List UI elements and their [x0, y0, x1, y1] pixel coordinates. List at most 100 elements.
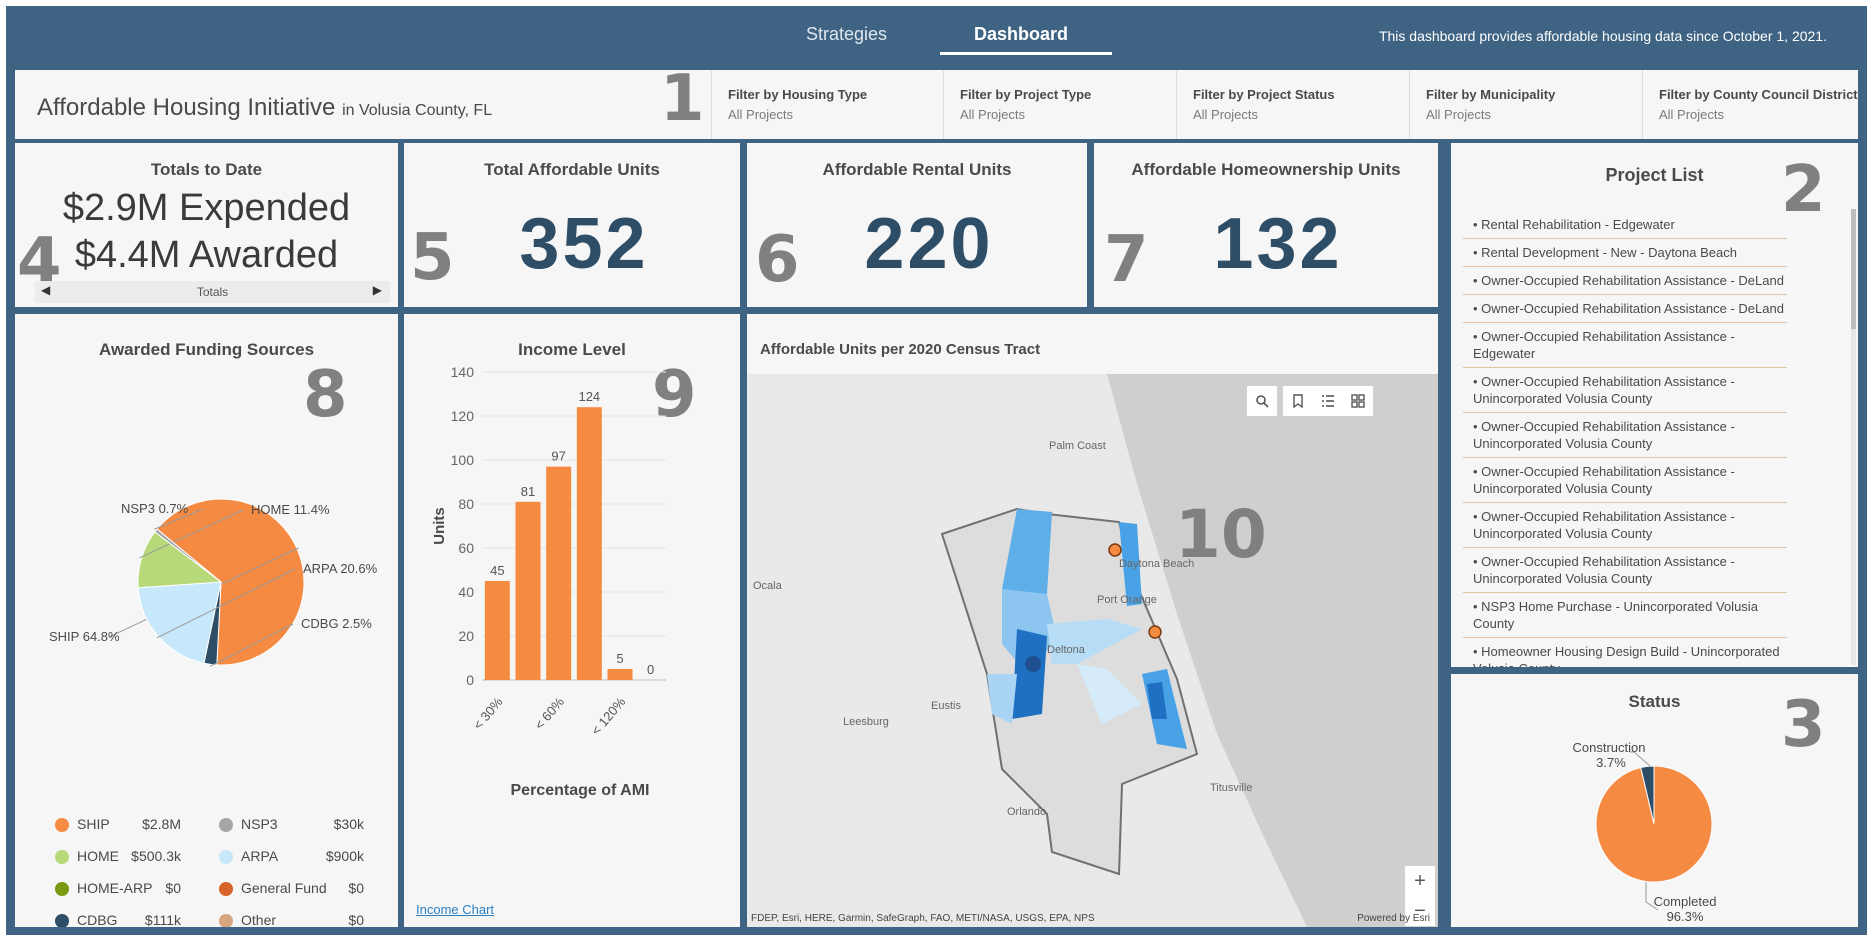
total-units-panel: Total Affordable Units 352 5	[404, 143, 740, 307]
map-view[interactable]: Palm Coast Ocala Daytona Beach Port Oran…	[747, 374, 1438, 927]
project-list-item[interactable]: Owner-Occupied Rehabilitation Assistance…	[1463, 295, 1787, 323]
project-list-item[interactable]: Homeowner Housing Design Build - Unincor…	[1463, 638, 1787, 667]
chevron-right-icon[interactable]: ▶	[373, 283, 382, 297]
project-list-item[interactable]: Owner-Occupied Rehabilitation Assistance…	[1463, 548, 1787, 593]
income-bar[interactable]	[515, 501, 541, 680]
totals-selector: ◀ Totals ▶	[35, 281, 390, 303]
bar-data-label: 5	[616, 651, 623, 666]
filter-value: All Projects	[960, 107, 1026, 122]
filter-council-district[interactable]: Filter by County Council District All Pr…	[1642, 70, 1858, 139]
bar-data-label: 81	[521, 484, 535, 499]
top-navigation: Strategies Dashboard This dashboard prov…	[6, 6, 1867, 62]
project-list: Rental Rehabilitation - EdgewaterRental …	[1463, 211, 1787, 667]
x-axis-label: Percentage of AMI	[511, 782, 650, 799]
legend-amount: $900k	[325, 848, 364, 864]
tab-dashboard[interactable]: Dashboard	[974, 24, 1068, 45]
totals-panel: Totals to Date $2.9M Expended $4.4M Awar…	[15, 143, 398, 307]
map-place-label: Eustis	[931, 700, 961, 712]
income-chart-link[interactable]: Income Chart	[416, 902, 494, 917]
map-place-label: Titusville	[1210, 782, 1253, 794]
legend-item-ship[interactable]: SHIP $2.8M	[55, 816, 215, 836]
homeownership-units-panel: Affordable Homeownership Units 132 7	[1094, 143, 1438, 307]
project-list-item[interactable]: Owner-Occupied Rehabilitation Assistance…	[1463, 323, 1787, 368]
filter-value: All Projects	[1659, 107, 1725, 122]
legend-swatch	[55, 914, 69, 927]
filter-label: Filter by Project Type	[960, 87, 1092, 102]
legend-item-home-arp[interactable]: HOME-ARP $0	[55, 880, 215, 900]
y-tick-label: 20	[458, 628, 474, 644]
project-list-scrollbar[interactable]	[1851, 209, 1856, 665]
project-list-item[interactable]: Rental Rehabilitation - Edgewater	[1463, 211, 1787, 239]
legend-item-nsp3[interactable]: NSP3 $30k	[219, 816, 379, 836]
filter-value: All Projects	[728, 107, 794, 122]
map-place-label: Port Orange	[1097, 594, 1157, 606]
x-tick-label: < 120%	[588, 694, 628, 738]
bar-data-label: 0	[647, 662, 654, 677]
total-units-title: Total Affordable Units	[484, 160, 660, 179]
filter-municipality[interactable]: Filter by Municipality All Projects	[1409, 70, 1642, 139]
filter-label: Filter by Housing Type	[728, 87, 868, 102]
map-legend-button[interactable]	[1313, 386, 1343, 416]
data-range-note: This dashboard provides affordable housi…	[1378, 28, 1827, 44]
legend-item-general-fund[interactable]: General Fund $0	[219, 880, 379, 900]
marker-5: 5	[410, 221, 455, 295]
filter-housing-type[interactable]: Filter by Housing Type All Projects	[711, 70, 943, 139]
legend-swatch	[55, 882, 69, 896]
project-list-item[interactable]: Rental Development - New - Daytona Beach	[1463, 239, 1787, 267]
legend-swatch	[219, 882, 233, 896]
legend-swatch	[219, 818, 233, 832]
legend-amount: $0	[348, 880, 364, 896]
pie-slice-label: ARPA 20.6%	[303, 561, 378, 576]
map-search-button[interactable]	[1247, 386, 1277, 416]
dashboard-frame: Strategies Dashboard This dashboard prov…	[6, 6, 1867, 935]
legend-item-arpa[interactable]: ARPA $900k	[219, 848, 379, 868]
legend-name: SHIP	[77, 816, 110, 832]
totals-nav-label: Totals	[196, 285, 229, 299]
legend-item-home[interactable]: HOME $500.3k	[55, 848, 215, 868]
legend-amount: $0	[348, 912, 364, 927]
project-list-item[interactable]: Owner-Occupied Rehabilitation Assistance…	[1463, 503, 1787, 548]
marker-2: 2	[1781, 153, 1826, 227]
project-list-item[interactable]: NSP3 Home Purchase - Unincorporated Volu…	[1463, 593, 1787, 638]
income-bar[interactable]	[576, 407, 602, 680]
map-bookmark-button[interactable]	[1283, 386, 1313, 416]
legend-item-other[interactable]: Other $0	[219, 912, 379, 927]
tab-strategies[interactable]: Strategies	[806, 24, 887, 45]
legend-swatch	[219, 850, 233, 864]
zoom-in-button[interactable]: +	[1405, 866, 1435, 896]
status-label-name: Completed	[1654, 894, 1717, 909]
income-bar[interactable]	[607, 669, 633, 680]
y-tick-label: 140	[451, 364, 475, 380]
title-subtitle: in Volusia County, FL	[342, 102, 493, 119]
homeownership-units-title: Affordable Homeownership Units	[1131, 160, 1401, 179]
pie-slice-label: NSP3 0.7%	[121, 501, 189, 516]
header-bar: Affordable Housing Initiative in Volusia…	[15, 70, 1858, 139]
legend-swatch	[219, 914, 233, 927]
y-axis-label: Units	[431, 507, 448, 545]
filter-project-status[interactable]: Filter by Project Status All Projects	[1176, 70, 1409, 139]
legend-item-cdbg[interactable]: CDBG $111k	[55, 912, 215, 927]
filter-project-type[interactable]: Filter by Project Type All Projects	[943, 70, 1176, 139]
funding-sources-panel: Awarded Funding Sources 8 SHIP 64.8% CDBG…	[15, 314, 398, 927]
income-bar[interactable]	[484, 581, 510, 680]
map-basemap-button[interactable]	[1343, 386, 1373, 416]
bookmark-icon	[1293, 394, 1303, 409]
powered-by-esri[interactable]: Powered by Esri	[1357, 913, 1430, 924]
project-list-item[interactable]: Owner-Occupied Rehabilitation Assistance…	[1463, 368, 1787, 413]
x-tick-label: < 30%	[470, 694, 506, 732]
project-list-item[interactable]: Owner-Occupied Rehabilitation Assistance…	[1463, 458, 1787, 503]
project-list-item[interactable]: Owner-Occupied Rehabilitation Assistance…	[1463, 267, 1787, 295]
legend-swatch	[55, 850, 69, 864]
income-bar[interactable]	[546, 466, 572, 680]
y-tick-label: 100	[451, 452, 475, 468]
project-list-panel: Project List 2 Rental Rehabilitation - E…	[1451, 143, 1858, 667]
scrollbar-thumb[interactable]	[1851, 209, 1856, 329]
status-slice-completed[interactable]	[1595, 765, 1713, 883]
legend-swatch	[55, 818, 69, 832]
page-title: Affordable Housing Initiative in Volusia…	[37, 94, 492, 122]
project-list-item[interactable]: Owner-Occupied Rehabilitation Assistance…	[1463, 413, 1787, 458]
y-tick-label: 80	[458, 496, 474, 512]
map-place-label: Orlando	[1007, 806, 1047, 818]
marker-1: 1	[660, 70, 705, 136]
expended-value: $2.9M Expended	[62, 187, 351, 229]
